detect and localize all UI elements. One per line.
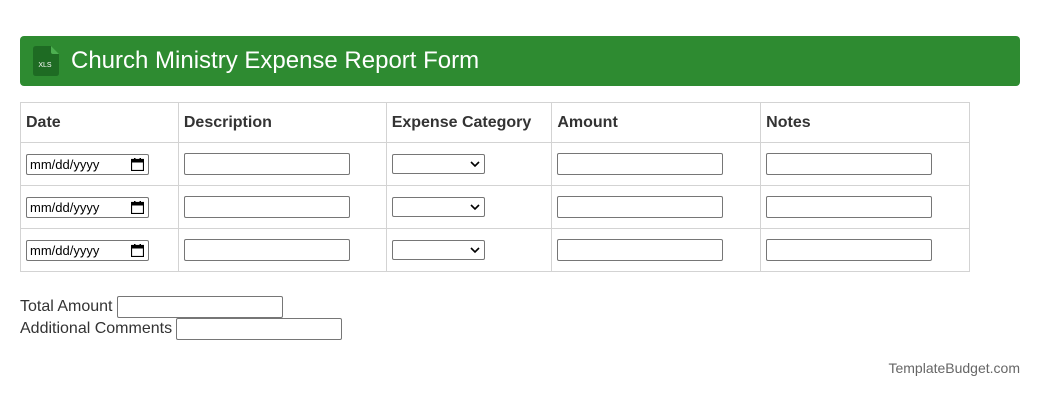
xls-file-icon: XLS	[33, 46, 59, 76]
description-input[interactable]	[183, 239, 350, 261]
description-cell	[177, 228, 387, 272]
notes-input[interactable]	[766, 153, 933, 175]
table-row: mm/dd/yyyy	[20, 185, 970, 229]
description-input[interactable]	[183, 196, 350, 218]
chevron-down-icon	[470, 203, 480, 210]
calendar-icon[interactable]	[131, 243, 144, 257]
total-amount-label: Total Amount	[20, 298, 113, 315]
column-header-notes: Notes	[760, 102, 970, 143]
column-header-amount: Amount	[551, 102, 762, 143]
description-cell	[177, 142, 387, 186]
total-amount-input[interactable]	[116, 296, 283, 318]
table-header-row: Date Description Expense Category Amount…	[20, 102, 970, 143]
table-row: mm/dd/yyyy	[20, 228, 970, 272]
form-header: XLS Church Ministry Expense Report Form	[20, 36, 1020, 86]
additional-comments-label: Additional Comments	[20, 320, 173, 337]
expense-category-select[interactable]	[391, 240, 485, 260]
category-cell	[385, 142, 553, 186]
category-cell	[385, 185, 553, 229]
xls-icon-label: XLS	[38, 62, 52, 69]
amount-cell	[551, 228, 762, 272]
description-cell	[177, 185, 387, 229]
amount-input[interactable]	[557, 153, 724, 175]
additional-comments-row: Additional Comments	[20, 318, 343, 340]
amount-input[interactable]	[557, 239, 724, 261]
column-header-expense-category: Expense Category	[385, 102, 553, 143]
notes-cell	[760, 142, 970, 186]
notes-cell	[760, 228, 970, 272]
footer-brand[interactable]: TemplateBudget.com	[888, 360, 1020, 376]
date-cell: mm/dd/yyyy	[20, 228, 179, 272]
page-title: Church Ministry Expense Report Form	[71, 47, 480, 74]
date-cell: mm/dd/yyyy	[20, 185, 179, 229]
additional-comments-input[interactable]	[176, 318, 343, 340]
calendar-icon[interactable]	[131, 200, 144, 214]
date-input[interactable]: mm/dd/yyyy	[26, 153, 149, 175]
column-header-date: Date	[20, 102, 179, 143]
chevron-down-icon	[470, 160, 480, 167]
amount-cell	[551, 142, 762, 186]
date-placeholder: mm/dd/yyyy	[30, 199, 100, 215]
notes-input[interactable]	[766, 196, 933, 218]
expense-table: Date Description Expense Category Amount…	[20, 102, 970, 272]
amount-cell	[551, 185, 762, 229]
column-header-description: Description	[177, 102, 387, 143]
date-input[interactable]: mm/dd/yyyy	[26, 239, 149, 261]
date-input[interactable]: mm/dd/yyyy	[26, 196, 149, 218]
expense-category-select[interactable]	[391, 154, 485, 174]
date-cell: mm/dd/yyyy	[20, 142, 179, 186]
notes-cell	[760, 185, 970, 229]
category-cell	[385, 228, 553, 272]
total-amount-row: Total Amount	[20, 296, 283, 318]
expense-category-select[interactable]	[391, 197, 485, 217]
date-placeholder: mm/dd/yyyy	[30, 156, 100, 172]
notes-input[interactable]	[766, 239, 933, 261]
table-row: mm/dd/yyyy	[20, 142, 970, 186]
chevron-down-icon	[470, 246, 480, 253]
date-placeholder: mm/dd/yyyy	[30, 242, 100, 258]
description-input[interactable]	[183, 153, 350, 175]
calendar-icon[interactable]	[131, 157, 144, 171]
amount-input[interactable]	[557, 196, 724, 218]
